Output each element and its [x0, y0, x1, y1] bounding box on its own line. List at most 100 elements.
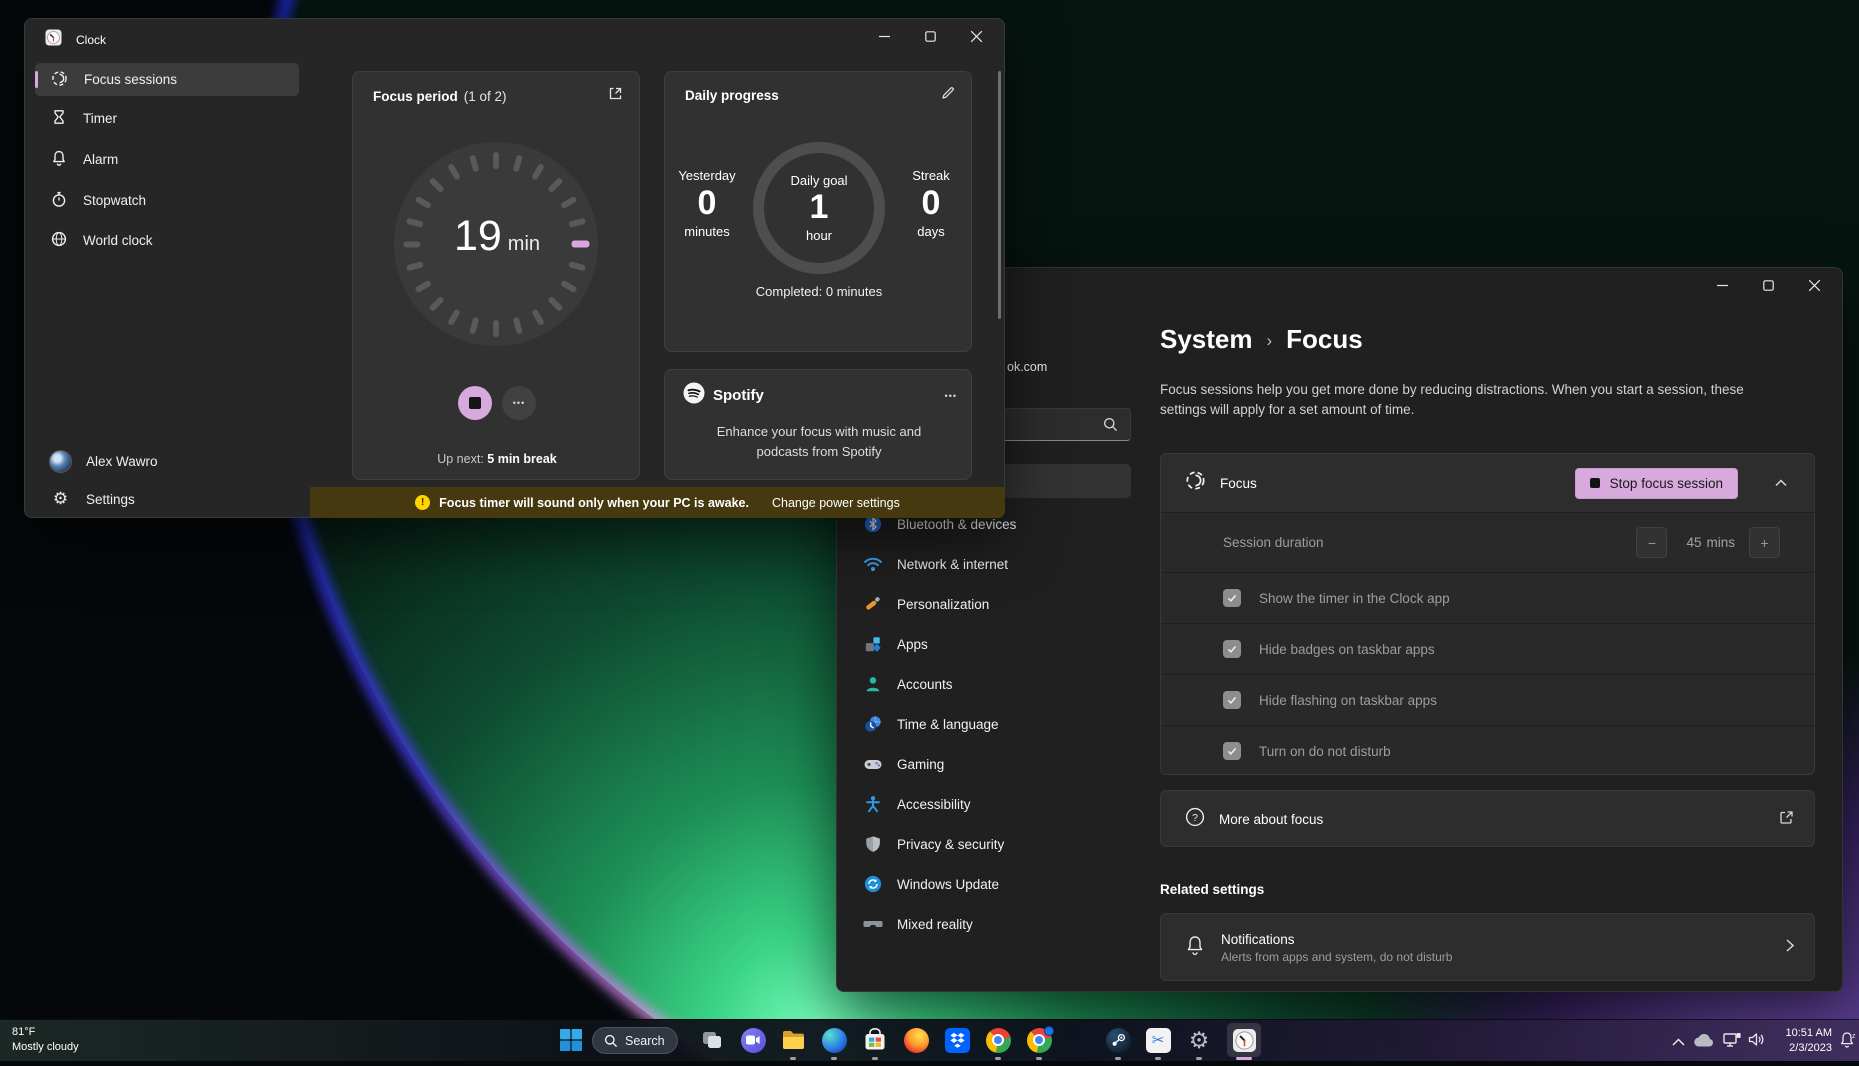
clock-globe-icon — [863, 714, 883, 734]
running-indicator — [1155, 1057, 1161, 1060]
daily-progress-title: Daily progress — [685, 88, 941, 103]
focus-period-card: Focus period (1 of 2) 19min ••• Up next:… — [352, 71, 640, 480]
focus-label: Focus — [1220, 476, 1561, 491]
sidebar-item-accessibility[interactable]: Accessibility — [851, 786, 1115, 822]
clock-maximize-button[interactable] — [907, 20, 953, 52]
sidebar-item-label: Gaming — [897, 757, 944, 772]
chevron-up-icon[interactable] — [1766, 468, 1796, 498]
task-view-button[interactable] — [699, 1027, 725, 1053]
tray-date: 2/3/2023 — [1776, 1041, 1832, 1056]
scissors-glyph: ✂ — [1152, 1033, 1165, 1048]
sidebar-item-personalization[interactable]: Personalization — [851, 586, 1115, 622]
chrome-profile-icon[interactable] — [1026, 1027, 1052, 1053]
globe-icon — [51, 231, 67, 250]
sidebar-item-windows-update[interactable]: Windows Update — [851, 866, 1115, 902]
daily-goal-unit: hour — [806, 228, 832, 243]
sidebar-item-label: Accounts — [897, 677, 953, 692]
spotify-card: Spotify ••• Enhance your focus with musi… — [664, 369, 972, 480]
more-options-button[interactable]: ••• — [502, 386, 536, 420]
microsoft-store-icon[interactable] — [862, 1027, 888, 1053]
duration-unit: mins — [1706, 535, 1735, 550]
sidebar-item-privacy[interactable]: Privacy & security — [851, 826, 1115, 862]
spotify-promo-line2: podcasts from Spotify — [665, 442, 973, 462]
warning-message: Focus timer will sound only when your PC… — [439, 496, 749, 510]
avatar — [49, 450, 72, 473]
settings-gear-icon[interactable]: ⚙ — [1186, 1027, 1212, 1053]
edge-icon[interactable] — [821, 1027, 847, 1053]
popout-icon[interactable] — [608, 86, 623, 106]
change-power-settings-link[interactable]: Change power settings — [772, 496, 900, 510]
sidebar-item-apps[interactable]: Apps — [851, 626, 1115, 662]
file-explorer-icon[interactable] — [780, 1027, 806, 1053]
clock-scrollbar[interactable] — [998, 71, 1001, 319]
yesterday-value: 0 — [665, 183, 749, 224]
running-indicator — [1036, 1057, 1042, 1060]
gear-icon: ⚙ — [49, 489, 72, 509]
sidebar-item-stopwatch[interactable]: Stopwatch — [35, 184, 299, 217]
stop-session-button[interactable] — [458, 386, 492, 420]
checkbox-checked-icon[interactable] — [1223, 589, 1241, 607]
account-row[interactable]: Alex Wawro — [35, 443, 299, 479]
onedrive-cloud-icon[interactable] — [1694, 1034, 1714, 1052]
video-app-icon[interactable] — [740, 1027, 766, 1053]
sidebar-item-label: Personalization — [897, 597, 989, 612]
volume-icon[interactable] — [1748, 1032, 1766, 1052]
notifications-card[interactable]: Notifications Alerts from apps and syste… — [1160, 913, 1815, 981]
weather-widget[interactable]: 81°F Mostly cloudy — [12, 1025, 79, 1055]
checkbox-checked-icon[interactable] — [1223, 691, 1241, 709]
network-icon[interactable] — [1723, 1032, 1741, 1053]
breadcrumb-system[interactable]: System — [1160, 324, 1253, 355]
stop-focus-session-button[interactable]: Stop focus session — [1575, 468, 1738, 499]
focus-period-counter: (1 of 2) — [464, 89, 608, 104]
sidebar-item-alarm[interactable]: Alarm — [35, 143, 299, 176]
sidebar-item-timer[interactable]: Timer — [35, 102, 299, 135]
sidebar-item-accounts[interactable]: Accounts — [851, 666, 1115, 702]
start-button[interactable] — [558, 1027, 584, 1053]
tray-chevron-up-icon[interactable] — [1672, 1033, 1685, 1051]
warning-icon: ! — [415, 495, 430, 510]
sidebar-item-gaming[interactable]: Gaming — [851, 746, 1115, 782]
more-about-focus-label: More about focus — [1219, 812, 1765, 827]
search-label: Search — [625, 1034, 665, 1048]
checkbox-checked-icon[interactable] — [1223, 742, 1241, 760]
sidebar-item-settings[interactable]: ⚙ Settings — [35, 481, 299, 517]
chrome-icon[interactable] — [985, 1027, 1011, 1053]
sidebar-item-focus-sessions[interactable]: Focus sessions — [35, 63, 299, 96]
sidebar-item-label: Mixed reality — [897, 917, 973, 932]
sidebar-item-time-language[interactable]: Time & language — [851, 706, 1115, 742]
spotify-more-button[interactable]: ••• — [945, 391, 957, 401]
up-next-value: 5 min break — [487, 452, 556, 466]
tray-clock[interactable]: 10:51 AM 2/3/2023 — [1776, 1026, 1832, 1057]
clock-minimize-button[interactable] — [861, 20, 907, 52]
focus-expander-card: Focus Stop focus session Session duratio… — [1160, 453, 1815, 775]
clock-app-taskbar-icon[interactable] — [1231, 1027, 1257, 1053]
checkbox-checked-icon[interactable] — [1223, 640, 1241, 658]
firefox-icon[interactable] — [903, 1027, 929, 1053]
taskbar-search[interactable]: Search — [592, 1027, 678, 1054]
warning-bar: ! Focus timer will sound only when your … — [310, 487, 1005, 518]
sidebar-item-world-clock[interactable]: World clock — [35, 224, 299, 257]
checkbox-row-show-timer: Show the timer in the Clock app — [1161, 572, 1814, 623]
duration-decrease-button[interactable]: − — [1636, 527, 1667, 558]
daily-goal-value: 1 — [810, 188, 829, 227]
tray-time: 10:51 AM — [1776, 1026, 1832, 1041]
dropbox-icon[interactable] — [944, 1027, 970, 1053]
do-not-disturb-bell-icon[interactable]: z — [1839, 1031, 1856, 1055]
snipping-tool-icon[interactable]: ✂ — [1145, 1027, 1171, 1053]
edit-pencil-icon[interactable] — [941, 86, 955, 105]
checkbox-row-do-not-disturb: Turn on do not disturb — [1161, 725, 1814, 775]
streak-label: Streak — [889, 168, 973, 183]
duration-increase-button[interactable]: + — [1749, 527, 1780, 558]
steam-icon[interactable] — [1105, 1027, 1131, 1053]
breadcrumb: System › Focus — [1160, 324, 1363, 355]
session-duration-row: Session duration − 45mins + — [1161, 512, 1814, 572]
clock-close-button[interactable] — [953, 20, 999, 52]
sidebar-item-mixed-reality[interactable]: Mixed reality — [851, 906, 1115, 942]
more-about-focus-card[interactable]: ? More about focus — [1160, 790, 1815, 847]
daily-progress-card: Daily progress Yesterday 0 minutes Daily… — [664, 71, 972, 352]
focus-expander-header[interactable]: Focus Stop focus session — [1161, 454, 1814, 512]
profile-badge — [1044, 1026, 1054, 1036]
daily-goal-label: Daily goal — [790, 173, 847, 188]
sidebar-item-label: Focus sessions — [84, 72, 177, 87]
sidebar-item-network[interactable]: Network & internet — [851, 546, 1115, 582]
